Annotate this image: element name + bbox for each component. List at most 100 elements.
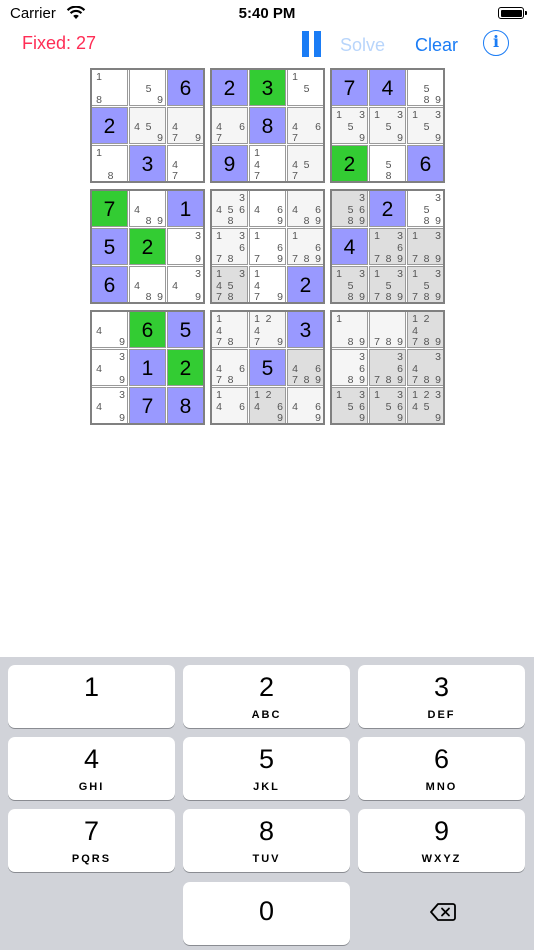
cell-r2c2[interactable]: 459 (129, 107, 166, 144)
cell-r6c5[interactable]: 147 9 (249, 266, 286, 303)
candidate-note: 5 (347, 203, 354, 216)
cell-r8c8[interactable]: 36 789 (369, 349, 406, 386)
cell-r5c6[interactable]: 1 6 789 (287, 228, 324, 265)
cell-r6c4[interactable]: 1 3 4578 (211, 266, 248, 303)
cell-r4c7[interactable]: 35689 (331, 190, 368, 227)
cell-r8c9[interactable]: 3 4789 (407, 349, 444, 386)
cell-r7c3[interactable]: 5 (167, 311, 204, 348)
cell-r8c1[interactable]: 3 4 9 (91, 349, 128, 386)
cell-r7c6[interactable]: 3 (287, 311, 324, 348)
cell-r3c7[interactable]: 2 (331, 145, 368, 182)
cell-r9c7[interactable]: 1 3569 (331, 387, 368, 424)
cell-r8c4[interactable]: 4 6 78 (211, 349, 248, 386)
cell-r5c9[interactable]: 1 3 789 (407, 228, 444, 265)
cell-r9c4[interactable]: 14 6 (211, 387, 248, 424)
key-4[interactable]: 4 GHI (8, 737, 175, 800)
candidate-note: 1 (336, 268, 342, 280)
cell-r1c2[interactable]: 59 (129, 69, 166, 106)
cell-r4c4[interactable]: 3 4568 (211, 190, 248, 227)
cell-r3c3[interactable]: 47 (167, 145, 204, 182)
cell-r2c6[interactable]: 4 6 7 (287, 107, 324, 144)
cell-r2c4[interactable]: 4 6 7 (211, 107, 248, 144)
cell-r6c1[interactable]: 6 (91, 266, 128, 303)
cell-r2c7[interactable]: 1 359 (331, 107, 368, 144)
cell-r4c2[interactable]: 489 (129, 190, 166, 227)
cell-r3c8[interactable]: 58 (369, 145, 406, 182)
cell-r3c2[interactable]: 3 (129, 145, 166, 182)
cell-r3c4[interactable]: 9 (211, 145, 248, 182)
cell-r2c8[interactable]: 1 359 (369, 107, 406, 144)
cell-r3c5[interactable]: 147 (249, 145, 286, 182)
cell-r4c1[interactable]: 7 (91, 190, 128, 227)
key-9[interactable]: 9 WXYZ (358, 809, 525, 872)
candidate-note: 3 (119, 351, 125, 363)
cell-r3c1[interactable]: 18 (91, 145, 128, 182)
cell-r7c1[interactable]: 49 (91, 311, 128, 348)
cell-r7c5[interactable]: 1247 9 (249, 311, 286, 348)
cell-r9c1[interactable]: 3 4 9 (91, 387, 128, 424)
cell-r6c7[interactable]: 1 3589 (331, 266, 368, 303)
key-7[interactable]: 7 PQRS (8, 809, 175, 872)
cell-r2c1[interactable]: 2 (91, 107, 128, 144)
cell-r1c3[interactable]: 6 (167, 69, 204, 106)
cell-r6c3[interactable]: 3 4 9 (167, 266, 204, 303)
cell-r4c9[interactable]: 3589 (407, 190, 444, 227)
key-8[interactable]: 8 TUV (183, 809, 350, 872)
cell-r2c9[interactable]: 1 359 (407, 107, 444, 144)
cell-r6c6[interactable]: 2 (287, 266, 324, 303)
cell-r5c8[interactable]: 1 36 789 (369, 228, 406, 265)
cell-r5c5[interactable]: 1679 (249, 228, 286, 265)
cell-r7c2[interactable]: 6 (129, 311, 166, 348)
key-0[interactable]: 0 (183, 882, 350, 945)
cell-r9c8[interactable]: 1 3569 (369, 387, 406, 424)
cell-r5c7[interactable]: 4 (331, 228, 368, 265)
cell-r9c9[interactable]: 123 459 (407, 387, 444, 424)
key-1[interactable]: 1 (8, 665, 175, 728)
cell-r2c5[interactable]: 8 (249, 107, 286, 144)
cell-r5c1[interactable]: 5 (91, 228, 128, 265)
cell-r8c3[interactable]: 2 (167, 349, 204, 386)
cell-r1c7[interactable]: 7 (331, 69, 368, 106)
cell-r7c9[interactable]: 124789 (407, 311, 444, 348)
info-icon[interactable]: i (483, 30, 509, 56)
cell-r1c8[interactable]: 4 (369, 69, 406, 106)
cell-r1c9[interactable]: 589 (407, 69, 444, 106)
clear-button[interactable]: Clear (415, 35, 458, 56)
cell-r5c4[interactable]: 1 36 78 (211, 228, 248, 265)
cell-r6c9[interactable]: 1 35789 (407, 266, 444, 303)
cell-r3c9[interactable]: 6 (407, 145, 444, 182)
key-6[interactable]: 6 MNO (358, 737, 525, 800)
cell-r5c2[interactable]: 2 (129, 228, 166, 265)
cell-r8c5[interactable]: 5 (249, 349, 286, 386)
cell-r7c7[interactable]: 189 (331, 311, 368, 348)
cell-r8c7[interactable]: 3689 (331, 349, 368, 386)
cell-r1c5[interactable]: 3 (249, 69, 286, 106)
cell-r4c6[interactable]: 4 689 (287, 190, 324, 227)
pause-icon[interactable] (302, 31, 322, 57)
cell-r1c4[interactable]: 2 (211, 69, 248, 106)
cell-r9c5[interactable]: 124 69 (249, 387, 286, 424)
solve-button[interactable]: Solve (340, 35, 385, 56)
cell-r3c6[interactable]: 457 (287, 145, 324, 182)
key-3[interactable]: 3 DEF (358, 665, 525, 728)
cell-r7c8[interactable]: 789 (369, 311, 406, 348)
candidate-note: 6 (277, 203, 283, 216)
delete-key[interactable] (358, 882, 525, 945)
cell-r4c8[interactable]: 2 (369, 190, 406, 227)
cell-r9c3[interactable]: 8 (167, 387, 204, 424)
key-2[interactable]: 2 ABC (183, 665, 350, 728)
cell-r6c8[interactable]: 1 35789 (369, 266, 406, 303)
cell-r9c2[interactable]: 7 (129, 387, 166, 424)
cell-r9c6[interactable]: 4 69 (287, 387, 324, 424)
cell-r7c4[interactable]: 1478 (211, 311, 248, 348)
cell-r1c1[interactable]: 18 (91, 69, 128, 106)
cell-r1c6[interactable]: 15 (287, 69, 324, 106)
cell-r8c6[interactable]: 4 6 789 (287, 349, 324, 386)
cell-r5c3[interactable]: 39 (167, 228, 204, 265)
cell-r4c5[interactable]: 4 69 (249, 190, 286, 227)
key-5[interactable]: 5 JKL (183, 737, 350, 800)
cell-r8c2[interactable]: 1 (129, 349, 166, 386)
cell-r2c3[interactable]: 47 9 (167, 107, 204, 144)
cell-r4c3[interactable]: 1 (167, 190, 204, 227)
cell-r6c2[interactable]: 489 (129, 266, 166, 303)
